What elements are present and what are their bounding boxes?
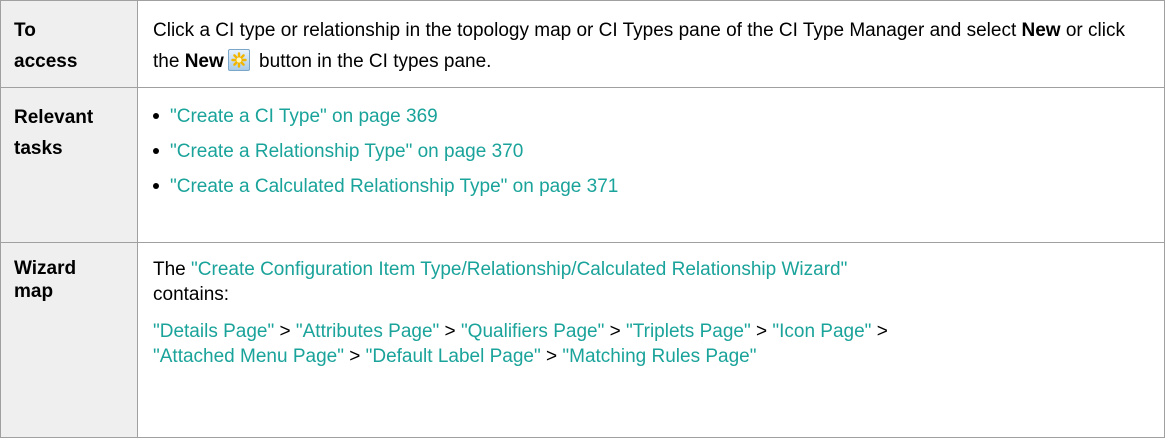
wizard-page-link[interactable]: "Qualifiers Page" — [461, 321, 604, 342]
new-star-icon — [227, 49, 250, 71]
wizard-link[interactable]: "Create Configuration Item Type/Relation… — [191, 259, 847, 280]
row-content-wizard-map: The "Create Configuration Item Type/Rela… — [137, 242, 1165, 438]
separator: > — [274, 321, 296, 342]
row-label-to-access: To access — [0, 0, 138, 88]
wizard-page-link[interactable]: "Details Page" — [153, 321, 274, 342]
row-label-relevant-tasks: Relevant tasks — [0, 87, 138, 243]
label-line: To — [14, 20, 36, 41]
label-line: tasks — [14, 138, 63, 159]
separator: > — [871, 321, 888, 342]
label-line: Relevant — [14, 107, 94, 128]
intro-text: contains: — [153, 284, 230, 305]
separator: > — [540, 346, 563, 367]
bullet-icon — [153, 148, 159, 154]
task-link[interactable]: "Create a Relationship Type" on page 370 — [170, 141, 523, 162]
bullet-icon — [153, 183, 159, 189]
label-line: map — [14, 281, 54, 302]
task-link[interactable]: "Create a Calculated Relationship Type" … — [170, 176, 618, 197]
row-label-wizard-map: Wizard map — [0, 242, 138, 438]
bullet-icon — [153, 113, 159, 119]
label-line: access — [14, 51, 78, 72]
tasks-list: "Create a CI Type" on page 369 "Create a… — [153, 106, 1150, 197]
wizard-page-link[interactable]: "Triplets Page" — [626, 321, 751, 342]
task-link[interactable]: "Create a CI Type" on page 369 — [170, 106, 438, 127]
row-content-to-access: Click a CI type or relationship in the t… — [137, 0, 1165, 88]
wizard-intro: The "Create Configuration Item Type/Rela… — [153, 257, 1150, 307]
intro-text: The — [153, 259, 192, 280]
row-wizard-map: Wizard map The "Create Configuration Ite… — [0, 242, 1165, 438]
separator: > — [604, 321, 626, 342]
list-item: "Create a CI Type" on page 369 — [153, 106, 1150, 127]
info-table: To access Click a CI type or relationshi… — [0, 0, 1165, 438]
label-line: Wizard — [14, 258, 77, 279]
access-text: Click a CI type or relationship in the t… — [153, 20, 1022, 41]
separator: > — [439, 321, 461, 342]
access-text: button in the CI types pane. — [253, 51, 492, 72]
new-command: New — [1021, 20, 1061, 41]
wizard-pages: "Details Page" > "Attributes Page" > "Qu… — [153, 319, 1150, 369]
row-relevant-tasks: Relevant tasks "Create a CI Type" on pag… — [0, 87, 1165, 243]
separator: > — [343, 346, 366, 367]
wizard-page-link[interactable]: "Icon Page" — [772, 321, 871, 342]
row-content-relevant-tasks: "Create a CI Type" on page 369 "Create a… — [137, 87, 1165, 243]
wizard-page-link[interactable]: "Attached Menu Page" — [153, 346, 344, 367]
list-item: "Create a Calculated Relationship Type" … — [153, 176, 1150, 197]
new-command: New — [184, 51, 224, 72]
list-item: "Create a Relationship Type" on page 370 — [153, 141, 1150, 162]
separator: > — [750, 321, 773, 342]
wizard-page-link[interactable]: "Default Label Page" — [366, 346, 541, 367]
wizard-page-link[interactable]: "Matching Rules Page" — [562, 346, 756, 367]
wizard-page-link[interactable]: "Attributes Page" — [296, 321, 439, 342]
row-to-access: To access Click a CI type or relationshi… — [0, 0, 1165, 88]
